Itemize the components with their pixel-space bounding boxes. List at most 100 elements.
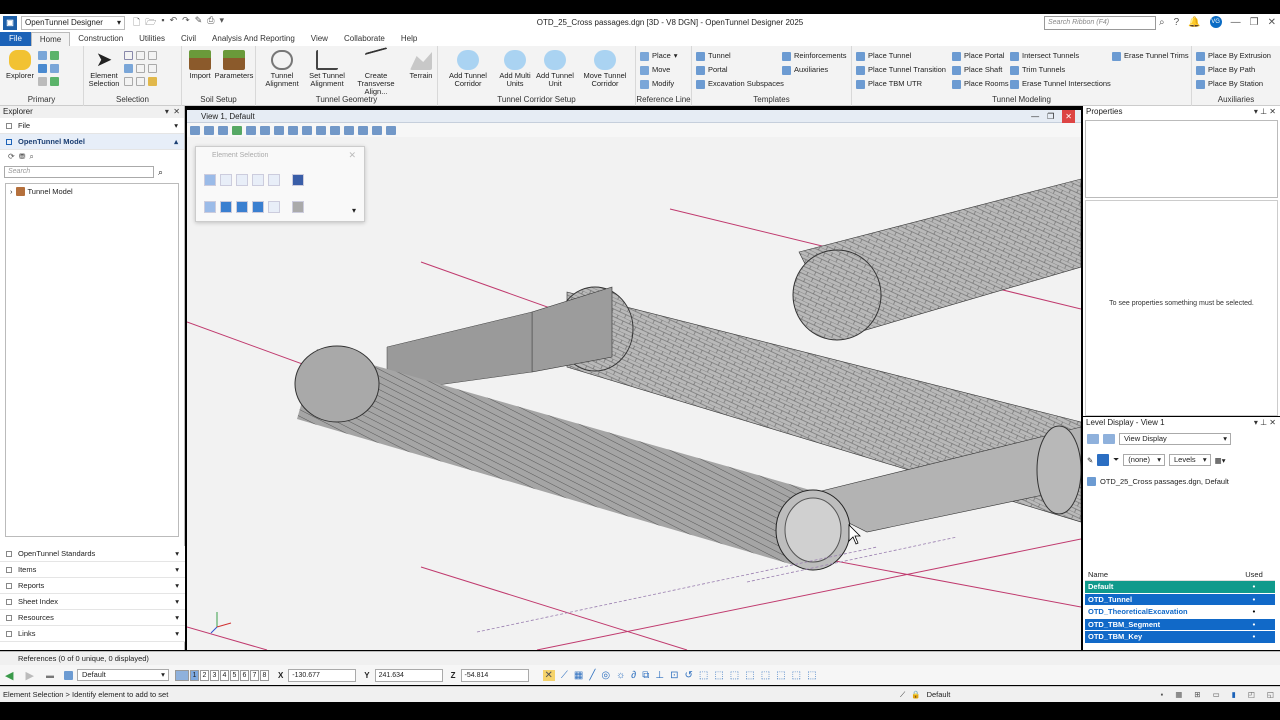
selection-tools-3[interactable] — [124, 77, 157, 86]
db-status-icon[interactable]: ▮ — [1232, 687, 1236, 703]
circle-select-icon[interactable] — [252, 174, 264, 186]
tab-collaborate[interactable]: Collaborate — [336, 32, 393, 46]
message-icon[interactable]: ▭ — [1213, 687, 1220, 703]
place-tunnel-button[interactable]: Place Tunnel — [856, 51, 911, 61]
view-icon[interactable] — [1087, 434, 1099, 444]
zoom-out-icon[interactable] — [260, 125, 270, 135]
level-row-default[interactable]: Default • — [1085, 581, 1275, 594]
section-icon[interactable] — [372, 125, 382, 135]
tab-home[interactable]: Home — [30, 31, 71, 47]
excavation-subspaces-button[interactable]: Excavation Subspaces — [696, 79, 784, 89]
reinforcements-button[interactable]: Reinforcements — [782, 51, 847, 61]
level-row-otd-tbm-segment[interactable]: OTD_TBM_Segment • — [1085, 618, 1275, 631]
curve-icon[interactable]: ∂ — [631, 670, 636, 681]
view-attributes-icon[interactable] — [190, 125, 200, 135]
view-2-button[interactable]: 2 — [199, 669, 209, 681]
expand-arrow-icon[interactable]: › — [10, 187, 13, 196]
customize-qat-icon[interactable]: ▾ — [219, 15, 224, 31]
ribbon-search-input[interactable]: Search Ribbon (F4) — [1044, 16, 1156, 30]
place-shaft-button[interactable]: Place Shaft — [952, 65, 1002, 75]
minimize-icon[interactable]: — — [1031, 110, 1039, 123]
intersect-tunnels-button[interactable]: Intersect Tunnels — [1010, 51, 1079, 61]
section-links[interactable]: Links ▾ — [0, 626, 185, 642]
tab-construction[interactable]: Construction — [70, 32, 131, 46]
selection-tools-2[interactable] — [124, 64, 157, 73]
lock-icon[interactable]: 🔒 — [911, 687, 920, 703]
view-8-button[interactable]: 8 — [259, 669, 269, 681]
views-icon[interactable] — [174, 669, 189, 681]
column-used[interactable]: Used — [1233, 569, 1275, 580]
trim-tunnels-button[interactable]: Trim Tunnels — [1010, 65, 1065, 75]
place-tbm-utr-button[interactable]: Place TBM UTR — [856, 79, 922, 89]
erase-tunnel-intersections-button[interactable]: Erase Tunnel Intersections — [1010, 79, 1111, 89]
place-by-path-button[interactable]: Place By Path — [1196, 65, 1255, 75]
copy-icon[interactable]: ⧉ — [642, 670, 649, 681]
block-select-icon[interactable] — [220, 174, 232, 186]
save-icon[interactable]: ▪ — [161, 15, 164, 31]
settings-icon[interactable]: ▦▾ — [1215, 456, 1226, 465]
filter-icon[interactable]: ⏷ — [1113, 455, 1119, 465]
section-items[interactable]: Items ▾ — [0, 562, 185, 578]
back-icon[interactable]: ◀ — [5, 669, 13, 682]
undo-icon[interactable]: ↶ — [170, 15, 178, 31]
cube-left-icon[interactable]: ⬚ — [761, 670, 770, 681]
window-status-icon[interactable]: ◰ — [1248, 687, 1255, 703]
column-name[interactable]: Name — [1085, 569, 1233, 580]
location-pin-icon[interactable] — [232, 125, 242, 135]
file-icon[interactable] — [1103, 434, 1115, 444]
render-icon[interactable] — [218, 125, 228, 135]
cube-top-icon[interactable]: ⬚ — [714, 670, 723, 681]
new-file-icon[interactable]: 🗋 — [133, 15, 140, 31]
references-bar[interactable]: References (0 of 0 unique, 0 displayed) — [0, 651, 1280, 665]
close-icon[interactable]: ✕ — [1268, 17, 1276, 28]
grid-icon[interactable]: ▦ — [574, 670, 583, 681]
tab-utilities[interactable]: Utilities — [131, 32, 173, 46]
section-resources[interactable]: Resources ▾ — [0, 610, 185, 626]
fit-view-icon[interactable] — [288, 125, 298, 135]
view-4-button[interactable]: 4 — [219, 669, 229, 681]
select-all-icon[interactable] — [268, 201, 280, 213]
lock-x-icon[interactable]: ✕ — [542, 669, 555, 681]
pane-controls[interactable]: ▾ ✕ — [165, 106, 180, 118]
open-folder-icon[interactable]: 🗁 — [145, 15, 156, 31]
display-style-icon[interactable] — [204, 125, 214, 135]
level-row-otd-tbm-key[interactable]: OTD_TBM_Key • — [1085, 631, 1275, 644]
view-5-button[interactable]: 5 — [229, 669, 239, 681]
level-row-otd-theoretical-excavation[interactable]: OTD_TheoreticalExcavation • — [1085, 606, 1275, 619]
view-3-button[interactable]: 3 — [209, 669, 219, 681]
rotate-icon[interactable]: ↺ — [685, 670, 693, 681]
filter-dropdown[interactable]: (none) — [1123, 454, 1165, 466]
individual-select-icon[interactable] — [204, 174, 216, 186]
close-icon[interactable]: ✕ — [348, 150, 356, 161]
level-row-otd-tunnel[interactable]: OTD_Tunnel • — [1085, 593, 1275, 606]
modify-reference-line-button[interactable]: Modify — [640, 79, 674, 89]
search-icon[interactable]: ⌕ — [158, 167, 163, 178]
subtract-mode-icon[interactable] — [236, 201, 248, 213]
cube-right-icon[interactable]: ⬚ — [730, 670, 739, 681]
level-tree-icon[interactable] — [1097, 454, 1110, 466]
invert-mode-icon[interactable] — [252, 201, 264, 213]
move-tunnel-corridor-button[interactable]: Move Tunnel Corridor — [576, 50, 634, 88]
notifications-icon[interactable]: 🔔 — [1188, 17, 1200, 28]
active-level[interactable]: Default — [927, 687, 951, 703]
view-group-icon[interactable]: ▬ — [46, 671, 54, 680]
zoom-in-icon[interactable] — [246, 125, 256, 135]
tab-civil[interactable]: Civil — [173, 32, 204, 46]
restore-icon[interactable]: ❐ — [1047, 110, 1054, 123]
notification-status-icon[interactable]: ◱ — [1267, 687, 1274, 703]
view-next-icon[interactable] — [344, 125, 354, 135]
tab-help[interactable]: Help — [393, 32, 425, 46]
add-tunnel-corridor-button[interactable]: Add Tunnel Corridor — [440, 50, 496, 88]
portal-template-button[interactable]: Portal — [696, 65, 728, 75]
section-reports[interactable]: Reports ▾ — [0, 578, 185, 594]
select-element-icon[interactable] — [292, 201, 304, 213]
section-opentunnel-standards[interactable]: OpenTunnel Standards ▾ — [0, 546, 185, 562]
place-rooms-button[interactable]: Place Rooms — [952, 79, 1009, 89]
place-reference-line-button[interactable]: Place ▾ — [640, 51, 678, 61]
shape-select-icon[interactable] — [236, 174, 248, 186]
view-6-button[interactable]: 6 — [239, 669, 249, 681]
redo-icon[interactable]: ↷ — [182, 15, 190, 31]
rotate-view-icon[interactable] — [302, 125, 312, 135]
primary-small-tools-2[interactable] — [38, 64, 59, 73]
cube-front-icon[interactable]: ⬚ — [699, 670, 708, 681]
